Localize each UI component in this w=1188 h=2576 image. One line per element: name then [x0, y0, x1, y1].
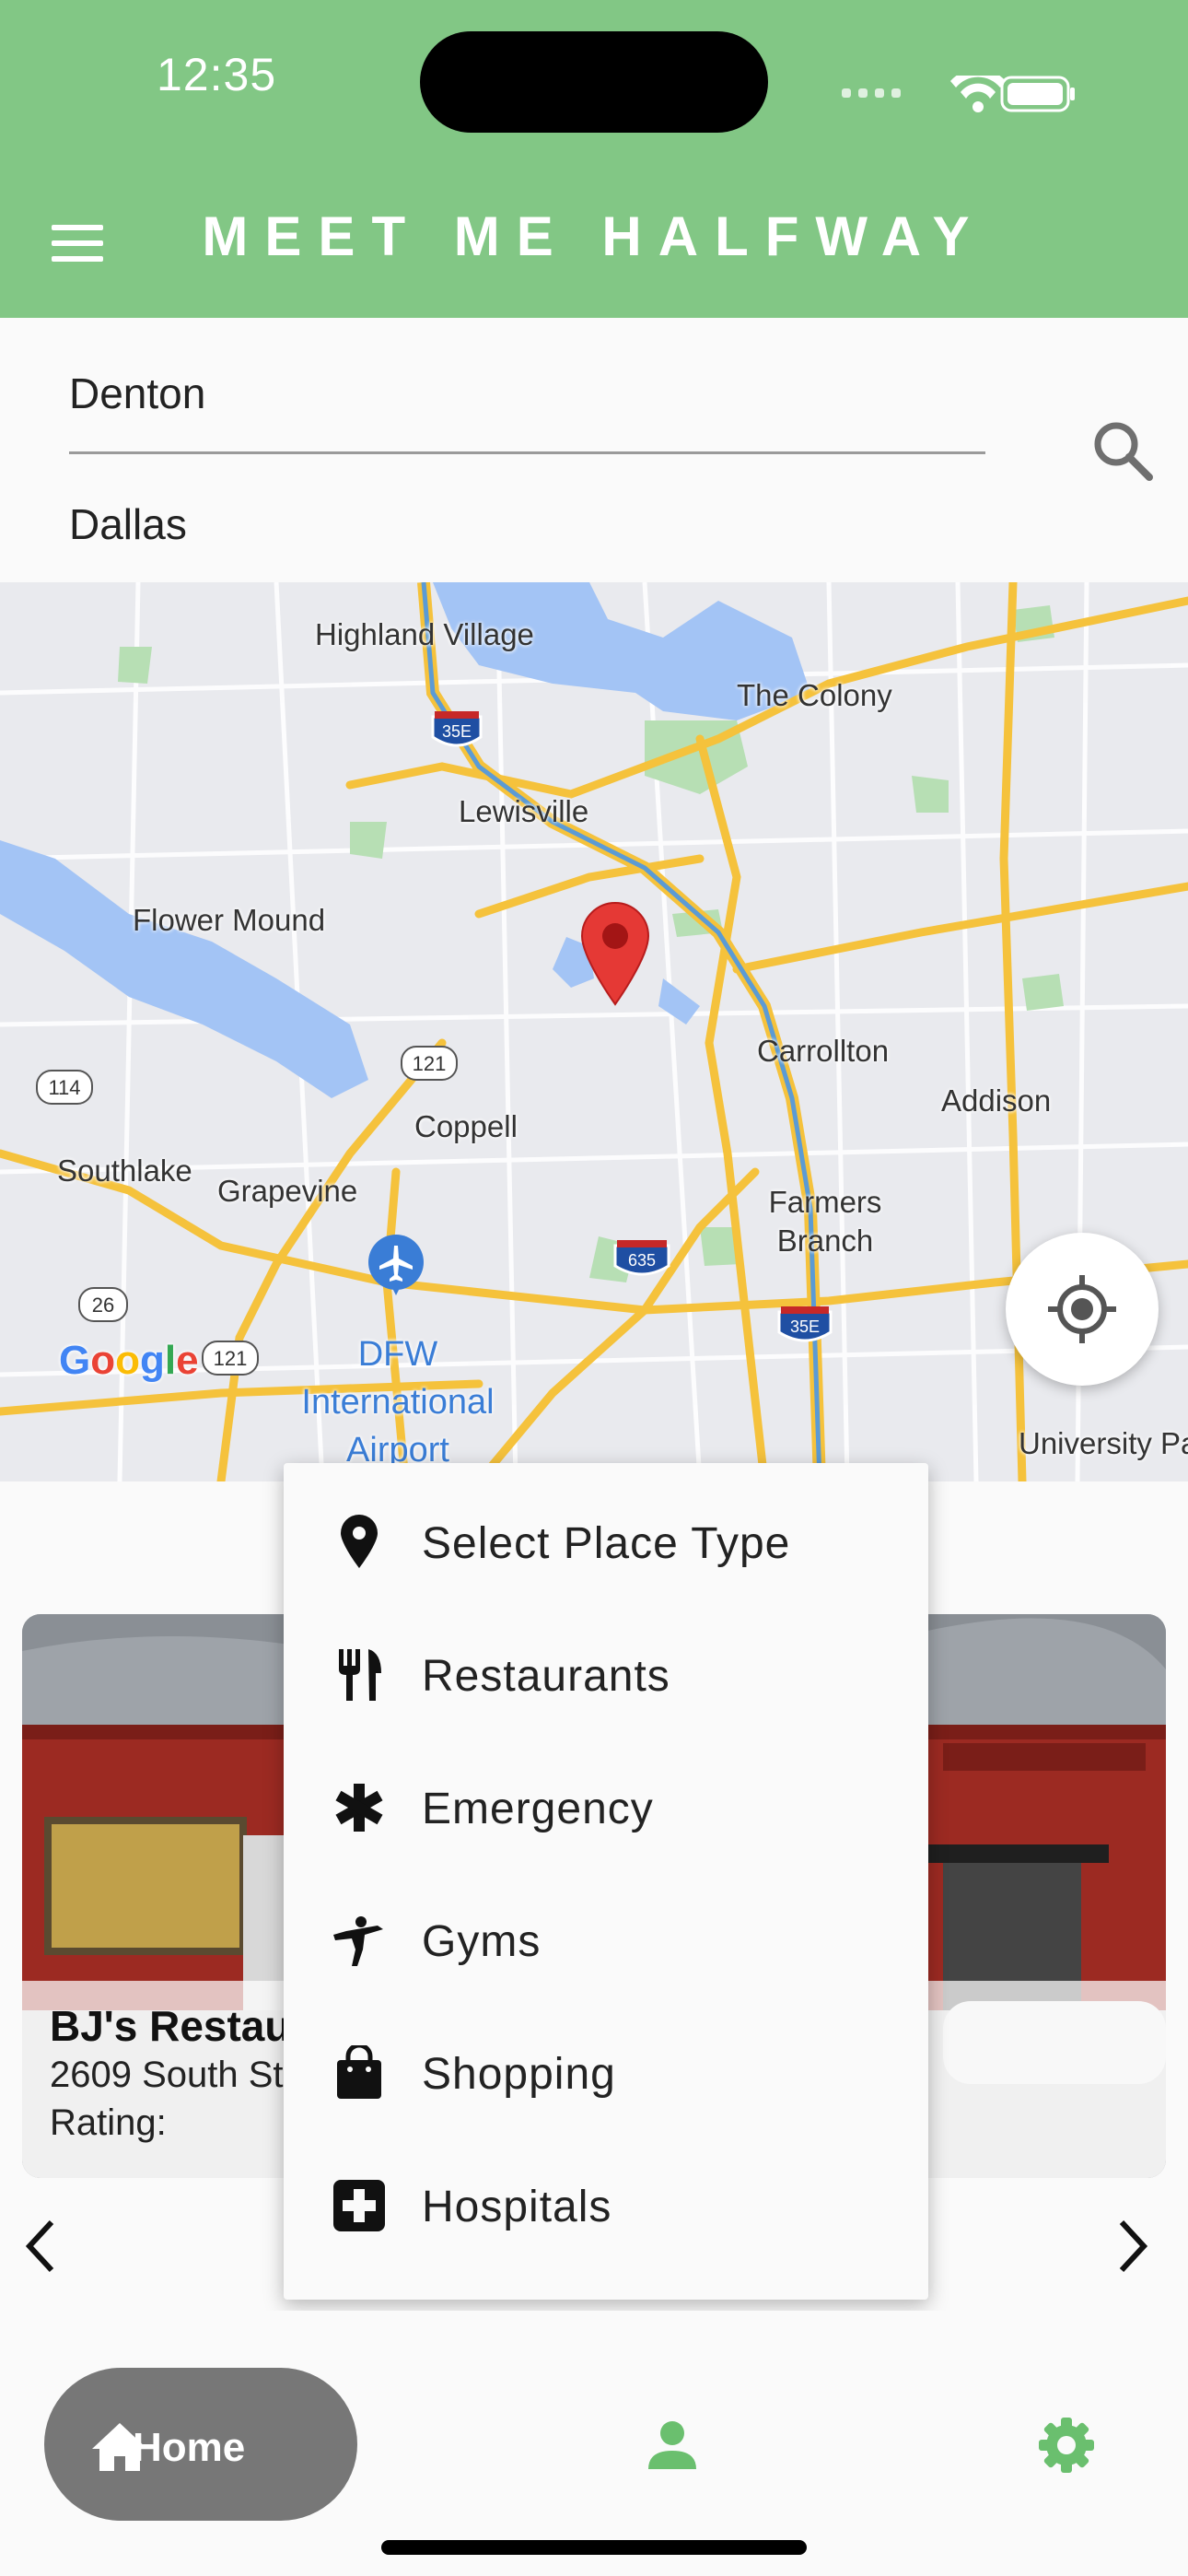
- highway-shield: 26: [78, 1287, 128, 1322]
- search-icon[interactable]: [1087, 415, 1160, 488]
- chevron-right-icon[interactable]: [1105, 2209, 1160, 2283]
- place-rating: Rating:: [50, 2102, 167, 2143]
- svg-text:114: 114: [48, 1076, 80, 1099]
- dropdown-item-label: Select Place Type: [422, 1519, 791, 1568]
- place-type-dropdown[interactable]: Select Place Type Restaurants Emergency …: [284, 1463, 928, 2300]
- svg-text:635: 635: [628, 1251, 656, 1270]
- gym-icon: [333, 1916, 383, 1966]
- interstate-shield: 35E: [777, 1306, 833, 1342]
- map-label: Lewisville: [459, 794, 589, 828]
- map-label: Grapevine: [217, 1174, 358, 1208]
- profile-icon[interactable]: [645, 2418, 700, 2473]
- svg-text:26: 26: [92, 1294, 114, 1317]
- place-pin-icon: [341, 1515, 378, 1568]
- dropdown-item-restaurants[interactable]: Restaurants: [284, 1605, 928, 1738]
- my-location-button[interactable]: [1006, 1233, 1159, 1386]
- dynamic-island: [420, 31, 768, 133]
- dropdown-item-gyms[interactable]: Gyms: [284, 1870, 928, 2003]
- map-label: Flower Mound: [133, 903, 326, 937]
- map-label: Carrollton: [757, 1034, 890, 1068]
- map-label: The Colony: [737, 678, 892, 712]
- map-label: University Park: [1019, 1426, 1188, 1460]
- app-title: MEET ME HALFWAY: [202, 205, 986, 267]
- svg-text:121: 121: [413, 1052, 447, 1075]
- highway-shield: 114: [36, 1070, 93, 1105]
- origin-input[interactable]: [69, 369, 985, 418]
- map-label: Addison: [941, 1083, 1052, 1118]
- map-label: Farmers Branch: [768, 1185, 882, 1258]
- interstate-shield: 635: [613, 1240, 670, 1276]
- status-time: 12:35: [157, 49, 277, 100]
- nav-home-label: Home: [133, 2425, 246, 2470]
- destination-input[interactable]: [69, 499, 985, 549]
- dropdown-item-label: Hospitals: [422, 2183, 612, 2231]
- dropdown-item-label: Shopping: [422, 2050, 616, 2099]
- map-label: Coppell: [414, 1109, 518, 1143]
- map-label: Southlake: [57, 1153, 192, 1188]
- settings-gear-icon[interactable]: [1037, 2416, 1096, 2475]
- dropdown-item-label: Restaurants: [422, 1652, 670, 1701]
- svg-text:35E: 35E: [790, 1317, 820, 1336]
- svg-text:35E: 35E: [442, 722, 472, 741]
- dropdown-item-shopping[interactable]: Shopping: [284, 2003, 928, 2136]
- highway-shield: 121: [401, 1046, 458, 1081]
- origin-field[interactable]: [69, 332, 985, 454]
- dropdown-item-label: Emergency: [422, 1785, 654, 1833]
- crosshair-icon: [1048, 1275, 1116, 1343]
- airport-label: DFW International Airport: [301, 1335, 495, 1469]
- svg-text:121: 121: [214, 1347, 248, 1370]
- highway-shield: 121: [202, 1341, 259, 1376]
- chevron-left-icon[interactable]: [13, 2209, 68, 2283]
- home-indicator: [381, 2540, 807, 2555]
- wifi-icon: [950, 76, 1006, 112]
- dropdown-item-label: Gyms: [422, 1917, 542, 1966]
- battery-icon: [1000, 76, 1075, 112]
- google-logo: Google: [59, 1338, 199, 1383]
- emergency-icon: [335, 1784, 383, 1832]
- dropdown-item-hospitals[interactable]: Hospitals: [284, 2136, 928, 2268]
- hospital-icon: [333, 2180, 385, 2231]
- dropdown-item-emergency[interactable]: Emergency: [284, 1738, 928, 1870]
- destination-field[interactable]: [69, 463, 985, 585]
- shopping-bag-icon: [337, 2045, 381, 2099]
- dropdown-item-select-place-type[interactable]: Select Place Type: [284, 1472, 928, 1605]
- map-label: Highland Village: [315, 617, 534, 651]
- map-pin-icon[interactable]: [578, 899, 652, 1006]
- restaurant-icon: [339, 1649, 381, 1701]
- signal-icon: [842, 88, 901, 98]
- airport-icon: [368, 1235, 424, 1295]
- interstate-shield: 35E: [431, 711, 483, 747]
- status-icons: [842, 76, 1075, 112]
